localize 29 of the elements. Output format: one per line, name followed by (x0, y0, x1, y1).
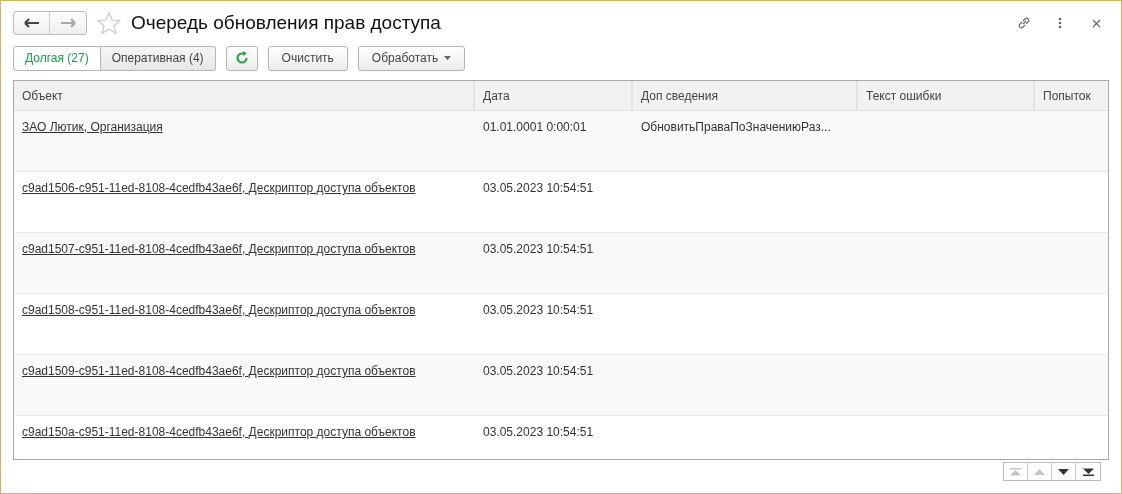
tab[interactable]: Долгая (27) (13, 45, 101, 71)
object-link[interactable]: c9ad1508-c951-11ed-8108-4cedfb43ae6f, Дескриптор доступа объектов (22, 303, 416, 317)
triangle-down-bar-icon (1082, 467, 1094, 476)
date-text: 03.05.2023 10:54:51 (483, 425, 594, 439)
object-link[interactable]: c9ad1506-c951-11ed-8108-4cedfb43ae6f, Дескриптор доступа объектов (22, 181, 416, 195)
caret-icon (444, 56, 452, 60)
object-link[interactable]: c9ad1509-c951-11ed-8108-4cedfb43ae6f, Дескриптор доступа объектов (22, 364, 416, 378)
window-title: Очередь обновления прав доступа (131, 12, 441, 34)
date-text: 03.05.2023 10:54:51 (483, 364, 594, 378)
clear-button[interactable]: Очистить (267, 45, 348, 71)
process-button[interactable]: Обработать (357, 45, 466, 71)
refresh-button[interactable] (225, 45, 258, 71)
date-text: 03.05.2023 10:54:51 (483, 181, 594, 195)
triangle-up-icon (1034, 468, 1045, 475)
date-text: 03.05.2023 10:54:51 (483, 242, 594, 256)
date-text: 01.01.0001 0:00:01 (483, 120, 587, 134)
refresh-icon (234, 51, 249, 65)
object-link[interactable]: c9ad1507-c951-11ed-8108-4cedfb43ae6f, Дескриптор доступа объектов (22, 242, 416, 256)
object-link[interactable]: ЗАО Лютик, Организация (22, 120, 163, 134)
star-icon[interactable] (97, 11, 121, 35)
left-arrow-icon (23, 18, 40, 28)
triangle-up-bar-icon (1010, 467, 1021, 476)
date-text: 03.05.2023 10:54:51 (483, 303, 594, 317)
triangle-down-icon (1058, 468, 1069, 475)
column-header[interactable]: Попыток (1035, 81, 1108, 110)
object-link[interactable]: c9ad150a-c951-11ed-8108-4cedfb43ae6f, Дескриптор доступа объектов (22, 425, 416, 439)
tab[interactable]: Оперативная (4) (100, 45, 216, 71)
right-arrow-icon (60, 18, 76, 28)
info-text: ОбновитьПраваПоЗначениюРаз... (641, 120, 831, 134)
